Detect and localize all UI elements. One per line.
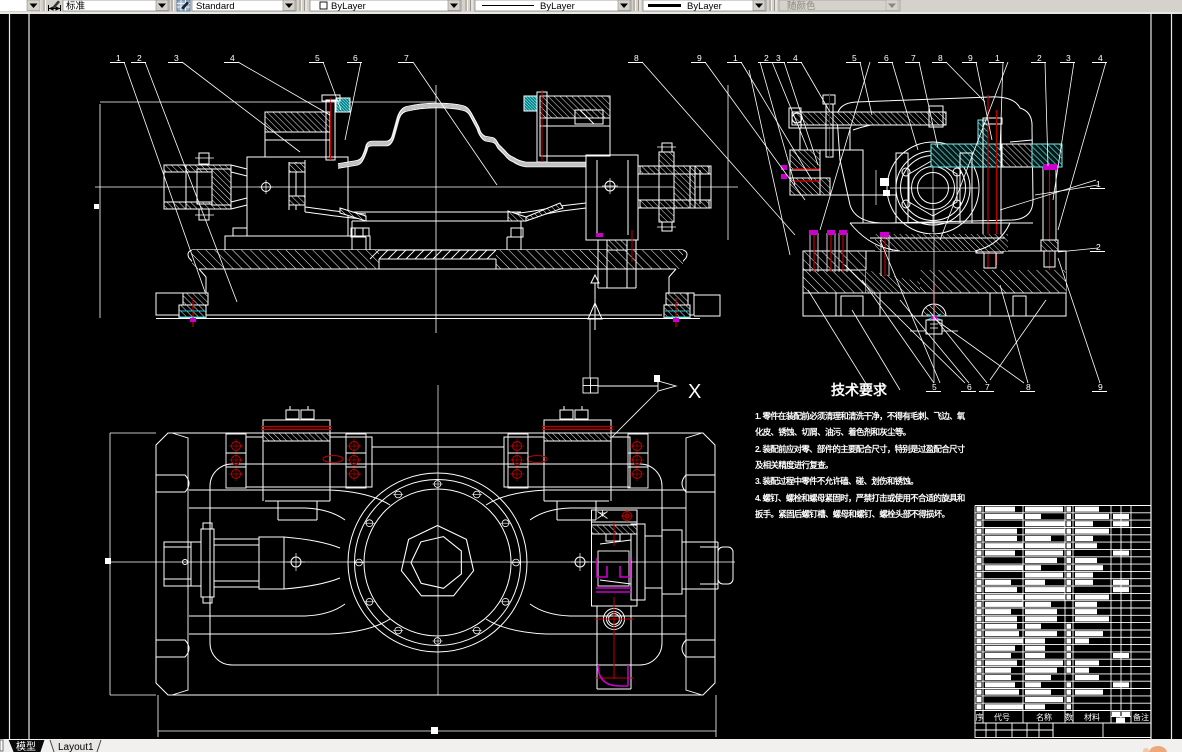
svg-text:3: 3	[1066, 53, 1071, 63]
svg-text:代号: 代号	[994, 712, 1010, 722]
svg-text:扳手。紧固后螺钉槽、螺母和螺钉、螺栓头部不得损坏。: 扳手。紧固后螺钉槽、螺母和螺钉、螺栓头部不得损坏。	[755, 509, 949, 519]
svg-text:化皮、锈蚀、切屑、油污、着色剂和灰尘等。: 化皮、锈蚀、切屑、油污、着色剂和灰尘等。	[755, 427, 911, 437]
svg-text:5: 5	[852, 53, 857, 63]
svg-text:数: 数	[1065, 712, 1073, 722]
svg-text:2: 2	[764, 53, 769, 63]
svg-text:7: 7	[985, 382, 990, 392]
svg-text:ByLayer: ByLayer	[540, 1, 575, 12]
svg-text:8: 8	[1026, 382, 1031, 392]
svg-text:Layout1: Layout1	[58, 742, 94, 752]
svg-text:技术要求: 技术要求	[831, 382, 888, 398]
svg-text:3. 装配过程中零件不允许磕、碰、划伤和锈蚀。: 3. 装配过程中零件不允许磕、碰、划伤和锈蚀。	[755, 476, 918, 486]
svg-text:7: 7	[911, 53, 916, 63]
svg-text:4: 4	[230, 53, 235, 63]
svg-text:1: 1	[116, 53, 121, 63]
svg-text:随颜色: 随颜色	[787, 0, 816, 12]
svg-text:6: 6	[353, 53, 358, 63]
svg-text:3: 3	[776, 53, 781, 63]
svg-text:6: 6	[967, 382, 972, 392]
svg-text:2: 2	[137, 53, 142, 63]
svg-text:2: 2	[1096, 242, 1101, 252]
svg-text:名称: 名称	[1036, 712, 1052, 722]
svg-text:9: 9	[697, 53, 702, 63]
svg-text:4. 螺钉、螺栓和螺母紧固时，严禁打击或使用不合适的旋具和: 4. 螺钉、螺栓和螺母紧固时，严禁打击或使用不合适的旋具和	[755, 493, 965, 503]
svg-text:1: 1	[1096, 179, 1101, 189]
svg-text:材料: 材料	[1084, 712, 1100, 722]
svg-text:ByLayer: ByLayer	[331, 1, 366, 12]
svg-text:2. 装配前应对零、部件的主要配合尺寸，特别是过盈配合尺寸: 2. 装配前应对零、部件的主要配合尺寸，特别是过盈配合尺寸	[755, 444, 966, 454]
svg-text:序: 序	[976, 712, 984, 722]
svg-text:2: 2	[1037, 53, 1042, 63]
svg-text:备注: 备注	[1133, 712, 1149, 722]
svg-text:4: 4	[793, 53, 798, 63]
svg-text:7: 7	[404, 53, 409, 63]
svg-text:及相关精度进行复查。: 及相关精度进行复查。	[755, 460, 833, 470]
svg-text:3: 3	[174, 53, 179, 63]
svg-text:9: 9	[1098, 382, 1103, 392]
svg-text:1. 零件在装配前必须清理和清洗干净，不得有毛刺、飞边、氧: 1. 零件在装配前必须清理和清洗干净，不得有毛刺、飞边、氧	[755, 411, 966, 421]
svg-text:5: 5	[932, 382, 937, 392]
svg-text:6: 6	[884, 53, 889, 63]
svg-text:1: 1	[733, 53, 738, 63]
svg-text:8: 8	[938, 53, 943, 63]
svg-text:8: 8	[634, 53, 639, 63]
svg-text:1: 1	[995, 53, 1000, 63]
svg-text:标准: 标准	[66, 0, 86, 12]
svg-text:5: 5	[315, 53, 320, 63]
svg-text:4: 4	[1098, 53, 1103, 63]
svg-text:X: X	[688, 381, 701, 403]
svg-text:9: 9	[968, 53, 973, 63]
svg-text:模型: 模型	[16, 740, 36, 752]
svg-text:ByLayer: ByLayer	[687, 1, 722, 12]
svg-text:Standard: Standard	[196, 1, 235, 12]
